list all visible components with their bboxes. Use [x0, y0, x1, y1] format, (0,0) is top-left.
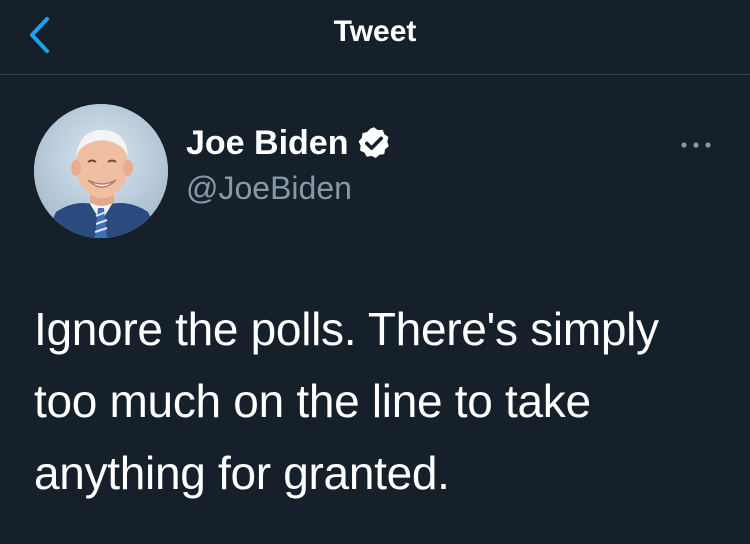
more-options-button[interactable] — [666, 127, 726, 163]
avatar[interactable] — [34, 104, 168, 238]
tweet-card: Joe Biden @JoeBiden Ignore the polls. Th… — [0, 75, 750, 544]
tweet-detail-screen: Tweet Joe Biden @JoeBiden Ignore the pol… — [0, 0, 750, 544]
avatar-portrait — [34, 104, 168, 238]
more-horizontal-icon — [681, 142, 711, 148]
author-display-name[interactable]: Joe Biden — [186, 121, 348, 165]
back-button[interactable] — [14, 10, 64, 60]
navigation-bar: Tweet — [0, 0, 750, 75]
page-title: Tweet — [333, 15, 417, 48]
chevron-left-icon — [30, 17, 49, 53]
author-name-row: Joe Biden — [186, 121, 646, 165]
tweet-author: Joe Biden @JoeBiden — [186, 121, 646, 209]
author-handle[interactable]: @JoeBiden — [186, 167, 646, 209]
tweet-text: Ignore the polls. There's simply too muc… — [34, 303, 659, 499]
verified-badge-icon — [356, 125, 392, 161]
